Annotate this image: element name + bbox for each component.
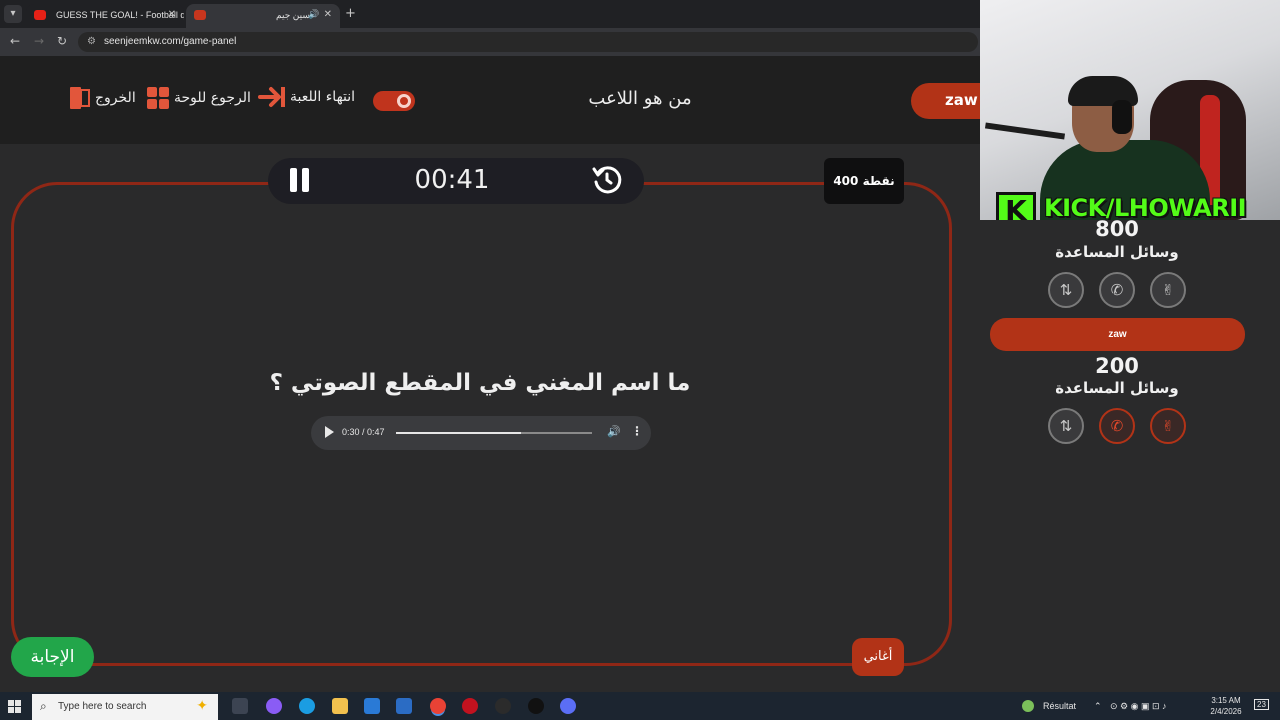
end-game-button[interactable]: انتهاء اللعبة: [258, 86, 355, 108]
obs-red-icon[interactable]: [462, 698, 478, 714]
page-title: من هو اللاعب: [588, 88, 692, 109]
notifications-badge[interactable]: 23: [1254, 699, 1269, 710]
pause-icon: [290, 168, 297, 192]
peace-hand-icon: ✌: [1161, 281, 1175, 299]
tab-seen-jeem[interactable]: سين جيم 🔊 ✕: [186, 4, 340, 28]
call-friend-lifeline-used[interactable]: ✆: [1099, 408, 1135, 444]
points-badge: 400 نقطة: [824, 158, 904, 204]
tab-search-button[interactable]: ▾: [4, 5, 22, 23]
show-hidden-icons[interactable]: ⌃: [1094, 701, 1102, 712]
weather-text[interactable]: Résultat: [1043, 701, 1076, 711]
toggle-knob: [397, 94, 411, 108]
exit-label: الخروج: [95, 90, 136, 106]
tab-title: سين جيم: [276, 10, 310, 20]
search-icon: ⌕: [40, 699, 47, 713]
clock-time: 3:15 AM: [1211, 696, 1241, 705]
url-field[interactable]: ⚙ seenjeemkw.com/game-panel: [78, 32, 978, 52]
grid-icon: [147, 87, 169, 109]
4k-downloader-icon[interactable]: [528, 698, 544, 714]
new-tab-button[interactable]: +: [345, 6, 356, 21]
url-text: seenjeemkw.com/game-panel: [104, 36, 237, 47]
volume-icon[interactable]: 🔊: [607, 425, 621, 438]
player-1-score: 800: [1095, 217, 1139, 241]
double-answer-lifeline-used[interactable]: ✌: [1150, 408, 1186, 444]
player-2-helpers-label: وسائل المساعدة: [1055, 379, 1179, 397]
system-clock[interactable]: 3:15 AM 2/4/2026: [1204, 695, 1248, 717]
swap-icon: ⇅: [1059, 281, 1073, 299]
category-badge: أغاني: [852, 638, 904, 676]
audio-progress: [396, 432, 522, 434]
phone-icon: ✆: [1110, 417, 1124, 435]
chrome-icon[interactable]: [430, 698, 446, 714]
tray-icons[interactable]: ⊙ ⚙ ◉ ▣ ⊡ ♪: [1110, 701, 1167, 712]
obs-icon[interactable]: [495, 698, 511, 714]
double-answer-lifeline[interactable]: ✌: [1150, 272, 1186, 308]
tab-title: GUESS THE GOAL! - Football q: [56, 10, 184, 20]
weather-icon[interactable]: [1022, 700, 1034, 712]
audio-player: 0:30 / 0:47 🔊 ⋮: [311, 416, 651, 450]
exit-door-icon: [70, 87, 90, 109]
timer-display: 00:41: [414, 165, 490, 195]
end-arrow-icon: [258, 87, 285, 107]
reset-timer-button[interactable]: [591, 164, 623, 196]
answer-button[interactable]: الإجابة: [11, 637, 94, 677]
copilot-icon[interactable]: [266, 698, 282, 714]
back-to-board-label: الرجوع للوحة: [174, 90, 251, 106]
windows-start-icon[interactable]: [8, 700, 21, 713]
mail-icon[interactable]: [396, 698, 412, 714]
tab-guess-the-goal[interactable]: GUESS THE GOAL! - Football q ✕: [26, 4, 184, 28]
player-2-name-bar: zaw: [990, 318, 1245, 351]
close-tab-icon[interactable]: ✕: [168, 9, 176, 20]
back-to-board-button[interactable]: الرجوع للوحة: [146, 86, 251, 110]
player-2-score: 200: [1095, 354, 1139, 378]
forward-arrow-icon[interactable]: →: [34, 34, 44, 48]
discord-icon[interactable]: [560, 698, 576, 714]
player-1-helpers-label: وسائل المساعدة: [1055, 243, 1179, 261]
file-explorer-icon[interactable]: [332, 698, 348, 714]
task-view-icon[interactable]: [232, 698, 248, 714]
audio-playing-icon[interactable]: 🔊: [308, 9, 319, 20]
address-bar: ← → ↻ ⚙ seenjeemkw.com/game-panel: [0, 28, 980, 56]
close-tab-icon[interactable]: ✕: [324, 9, 332, 20]
highlight-icon: ✦: [196, 697, 208, 713]
site-favicon-icon: [194, 10, 206, 20]
youtube-icon: [34, 10, 46, 20]
store-icon[interactable]: [364, 698, 380, 714]
more-options-icon[interactable]: ⋮: [631, 424, 643, 438]
back-arrow-icon[interactable]: ←: [10, 34, 20, 48]
call-friend-lifeline[interactable]: ✆: [1099, 272, 1135, 308]
peace-hand-icon: ✌: [1161, 417, 1175, 435]
site-info-icon[interactable]: ⚙: [87, 36, 96, 47]
swap-question-lifeline[interactable]: ⇅: [1048, 272, 1084, 308]
current-team-badge: zaw: [911, 83, 991, 119]
sound-toggle[interactable]: [373, 91, 415, 111]
end-game-label: انتهاء اللعبة: [290, 89, 356, 105]
taskbar-search-input[interactable]: ⌕ Type here to search ✦: [32, 694, 218, 720]
question-text: ما اسم المغني في المقطع الصوتي ؟: [269, 370, 691, 396]
swap-icon: ⇅: [1059, 417, 1073, 435]
pause-button[interactable]: [290, 168, 310, 192]
exit-button[interactable]: الخروج: [69, 86, 136, 110]
swap-question-lifeline[interactable]: ⇅: [1048, 408, 1084, 444]
clock-date: 2/4/2026: [1210, 707, 1242, 716]
restart-icon: [592, 166, 622, 194]
headphones: [1112, 100, 1132, 134]
edge-icon[interactable]: [299, 698, 315, 714]
reload-icon[interactable]: ↻: [57, 34, 67, 48]
phone-icon: ✆: [1110, 281, 1124, 299]
audio-time: 0:30 / 0:47: [342, 427, 385, 437]
search-placeholder: Type here to search: [58, 701, 147, 712]
audio-seekbar[interactable]: [396, 432, 592, 434]
play-icon[interactable]: [325, 426, 334, 438]
